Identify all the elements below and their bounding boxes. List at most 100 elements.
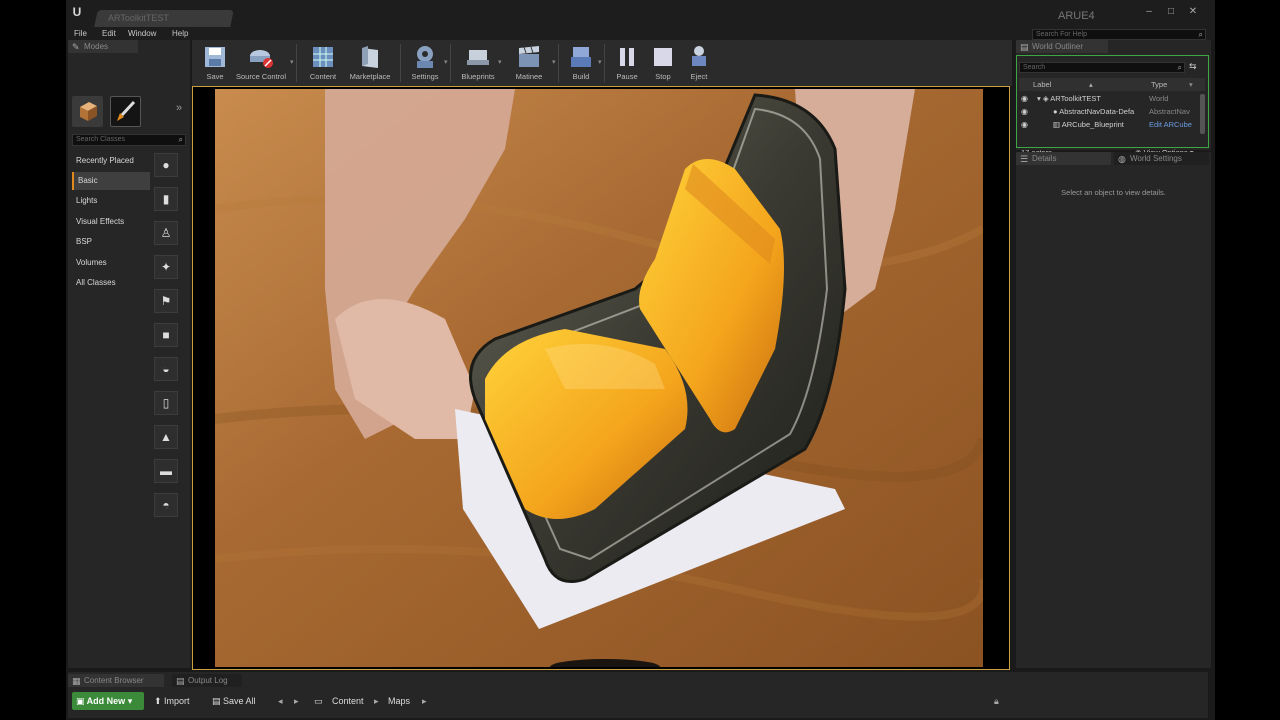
outliner-row[interactable]: ◉ ● AbstractNavData-Defa AbstractNav [1019,106,1205,118]
add-icon: ▣ [76,696,87,706]
source-control-button[interactable]: Source Control [232,42,290,84]
marketplace-button[interactable]: Marketplace [342,42,398,84]
outliner-options-icon[interactable]: ⇆ [1189,61,1197,72]
category-volumes[interactable]: Volumes [72,254,150,272]
chevron-down-icon[interactable]: ▾ [552,58,556,66]
cone-icon[interactable]: ▲ [154,425,178,449]
pause-icon [620,48,634,66]
col-label-header[interactable]: Label [1033,78,1051,91]
player-start-icon[interactable]: ⚑ [154,289,178,313]
import-label: Import [164,696,190,706]
menu-help[interactable]: Help [172,29,188,38]
category-visual-effects[interactable]: Visual Effects [72,213,150,231]
project-name: ARUE4 [1058,10,1095,22]
sphere-icon[interactable]: ◒ [154,357,178,381]
menu-window[interactable]: Window [128,29,156,38]
content-icon [313,47,333,67]
breadcrumb-separator-icon[interactable]: ▸ [422,692,427,710]
tab-output-log[interactable]: ▤ Output Log [172,674,242,687]
settings-button[interactable]: Settings [402,42,448,84]
chevron-down-icon[interactable]: ▾ [290,58,294,66]
breadcrumb-maps[interactable]: Maps [388,692,410,710]
tab-content-browser[interactable]: ▦ Content Browser [68,674,164,687]
eye-icon[interactable]: ◉ [1021,106,1028,118]
edit-blueprint-link[interactable]: Edit ARCube [1149,119,1199,131]
chevron-down-icon[interactable]: ▾ [498,58,502,66]
category-all-classes[interactable]: All Classes [72,274,150,292]
details-panel: ☰ Details ◍ World Settings Select an obj… [1016,152,1211,668]
globe-icon: ◍ [1118,154,1126,164]
eye-icon[interactable]: ◉ [1021,119,1028,131]
breadcrumb-separator-icon[interactable]: ▸ [374,692,379,710]
outliner-row-type: World [1149,94,1169,103]
menu-file[interactable]: File [74,29,87,38]
modes-tab[interactable]: ✎ Modes [68,40,138,53]
plane-icon[interactable]: ▬ [154,459,178,483]
matinee-button[interactable]: Matinee [504,42,554,84]
eject-button[interactable]: Eject [676,42,722,84]
toolbar-separator [296,44,297,82]
chevron-down-icon[interactable]: ▾ [598,58,602,66]
save-all-button[interactable]: ▤ Save All [212,692,256,710]
chevron-down-icon[interactable]: ▾ [444,58,448,66]
point-light-icon[interactable]: ✦ [154,255,178,279]
sphere-icon[interactable]: ● [154,153,178,177]
maximize-button[interactable]: □ [1164,6,1178,18]
tab-world-outliner[interactable]: ▤ World Outliner [1016,40,1108,53]
level-document-tab[interactable]: ARToolkitTEST [94,10,234,27]
history-forward-icon[interactable]: ▸ [294,692,299,710]
outliner-row[interactable]: ◉ ▾ ◈ ARToolkitTEST World [1019,93,1205,105]
category-bsp[interactable]: BSP [72,233,150,251]
breadcrumb-content[interactable]: Content [332,692,364,710]
title-bar: U ARToolkitTEST ARUE4 – □ ✕ [66,0,1215,28]
matinee-icon [519,46,539,67]
menu-edit[interactable]: Edit [102,29,116,38]
unreal-logo-icon: U [72,5,82,19]
ar-camera-feed [215,89,983,667]
cylinder-icon[interactable]: ▯ [154,391,178,415]
blueprint-icon: ▥ [1053,120,1062,129]
sphere-icon[interactable]: ◓ [154,493,178,517]
col-type-header[interactable]: Type [1151,78,1167,91]
blueprints-button[interactable]: Blueprints [452,42,504,84]
category-basic[interactable]: Basic [72,172,150,190]
outliner-scrollbar[interactable] [1200,94,1205,134]
cylinder-icon[interactable]: ▮ [154,187,178,211]
sort-icon: ▴ [1089,80,1093,89]
chevron-right-icon[interactable]: » [176,102,182,114]
paint-mode-button[interactable] [110,96,141,127]
lock-icon[interactable]: 🔒︎ [994,696,999,707]
category-lights[interactable]: Lights [72,192,150,210]
eye-icon[interactable]: ◉ [1021,93,1028,105]
outliner-row-label-text: ARCube_Blueprint [1061,120,1124,129]
minimize-button[interactable]: – [1142,6,1156,18]
place-cube-icon [80,102,97,121]
content-button[interactable]: Content [300,42,346,84]
chevron-down-icon[interactable]: ▾ [1189,78,1193,91]
level-viewport[interactable] [192,86,1010,670]
import-button[interactable]: ⬆ Import [154,692,190,710]
details-empty-message: Select an object to view details. [1061,188,1166,197]
place-mode-button[interactable] [72,96,103,127]
ar-chair-scene [215,89,983,667]
blueprints-icon [467,50,489,65]
search-classes-input[interactable]: Search Classes ⌕ [72,134,186,146]
tab-details[interactable]: ☰ Details [1016,152,1111,165]
close-button[interactable]: ✕ [1186,6,1200,18]
search-icon: ⌕ [1177,63,1182,72]
add-new-label: Add New [86,696,126,706]
outliner-search-input[interactable]: Search ⌕ [1019,62,1185,73]
pawn-icon[interactable]: ♙ [154,221,178,245]
add-new-button[interactable]: ▣ Add New ▾ [72,692,144,710]
outliner-row-type: AbstractNav [1149,107,1190,116]
outliner-row-label: ▾ ◈ ARToolkitTEST [1037,93,1145,105]
cube-icon[interactable]: ■ [154,323,178,347]
outliner-icon: ▤ [1020,42,1029,52]
settings-icon [417,46,433,68]
paintbrush-icon [117,100,136,121]
tab-world-settings[interactable]: ◍ World Settings [1114,152,1209,165]
help-search-input[interactable]: Search For Help ⌕ [1032,29,1206,40]
category-recently-placed[interactable]: Recently Placed [72,152,150,170]
outliner-row[interactable]: ◉ ▥ ARCube_Blueprint Edit ARCube [1019,119,1205,131]
history-back-icon[interactable]: ◂ [278,692,283,710]
